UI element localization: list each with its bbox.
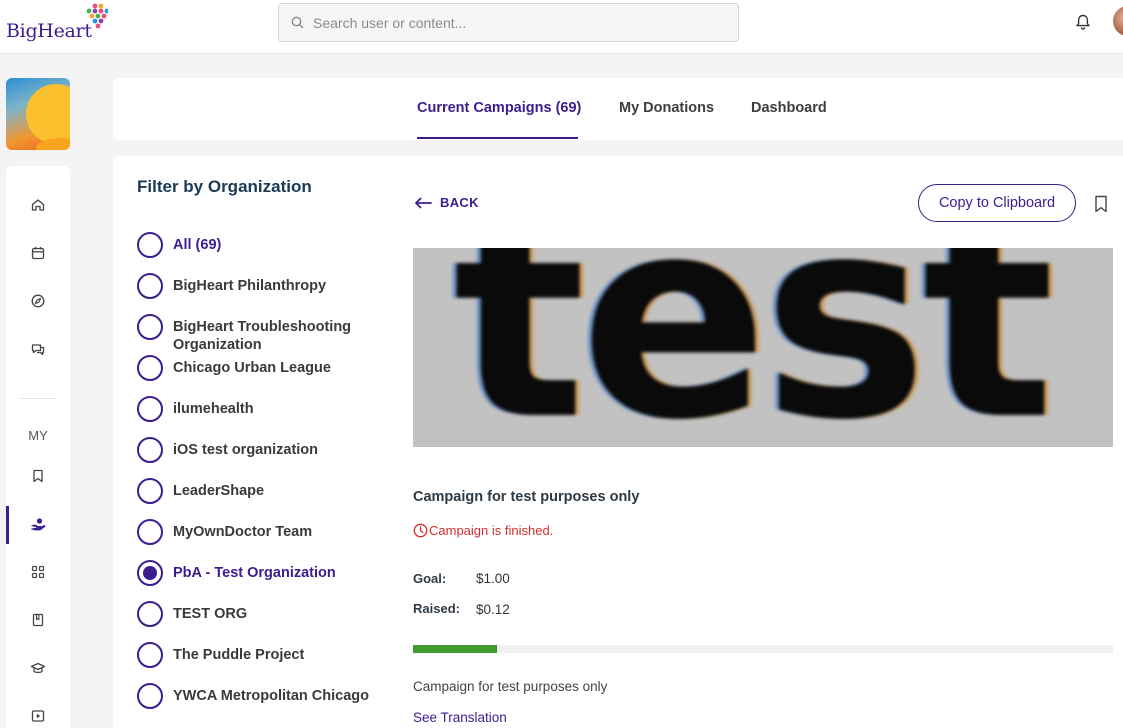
org-filter-label: iOS test organization [173,442,319,458]
goal-label: Goal: [413,571,447,586]
back-button[interactable]: BACK [414,195,479,210]
filter-title: Filter by Organization [137,177,312,196]
org-filter-label: TEST ORG [173,606,248,622]
compass-icon[interactable] [30,293,46,309]
nav-active-indicator [6,506,9,544]
org-filter-option[interactable]: All (69) [137,232,373,258]
campaign-tabs: Current Campaigns (69) My Donations Dash… [113,78,1123,140]
bigheart-logo[interactable]: BigHeart [6,2,116,46]
org-filter-option[interactable]: Chicago Urban League [137,355,373,381]
radio-button[interactable] [137,355,163,381]
book-icon[interactable] [30,612,46,628]
organization-avatar[interactable] [6,78,70,150]
org-filter-option[interactable]: BigHeart Troubleshooting Organization [137,314,373,354]
clock-icon [413,523,428,538]
org-filter-option[interactable]: MyOwnDoctor Team [137,519,373,545]
donate-hand-icon[interactable] [30,516,46,532]
radio-button[interactable] [137,437,163,463]
calendar-icon[interactable] [30,245,46,261]
goal-value: $1.00 [476,571,510,586]
search-box[interactable] [278,3,739,42]
org-filter-option[interactable]: The Puddle Project [137,642,373,668]
campaign-banner-image: test [413,248,1113,447]
org-filter-label: YWCA Metropolitan Chicago [173,688,370,704]
funding-progress-bar [413,645,1113,653]
campaign-title: Campaign for test purposes only [413,489,640,505]
search-input[interactable] [313,4,723,41]
radio-button[interactable] [137,478,163,504]
back-label: BACK [440,195,479,210]
org-filter-label: The Puddle Project [173,647,305,663]
radio-button[interactable] [137,273,163,299]
bookmark-icon[interactable] [1094,195,1108,213]
tab-my-donations[interactable]: My Donations [619,100,714,116]
org-filter-label: LeaderShape [173,483,265,499]
org-filter-label: ilumehealth [173,401,254,417]
nav-section-my: MY [28,428,48,443]
video-icon[interactable] [30,708,46,724]
active-tab-underline [417,137,578,139]
campaign-description: Campaign for test purposes only [413,679,608,694]
radio-button[interactable] [137,314,163,340]
raised-value: $0.12 [476,602,510,617]
chat-icon[interactable] [30,341,46,357]
org-filter-option[interactable]: ilumehealth [137,396,373,422]
org-filter-option[interactable]: iOS test organization [137,437,373,463]
logo-text: BigHeart [6,20,92,42]
nav-divider [20,398,56,399]
search-icon [291,16,304,29]
org-filter-option[interactable]: YWCA Metropolitan Chicago [137,683,373,709]
tab-current-campaigns[interactable]: Current Campaigns (69) [417,100,581,116]
org-filter-option[interactable]: LeaderShape [137,478,373,504]
campaign-status-text: Campaign is finished. [429,523,554,538]
org-filter-label: Chicago Urban League [173,360,331,376]
org-filter-option[interactable]: PbA - Test Organization [137,560,373,586]
sun-graphic [26,84,70,144]
apps-grid-icon[interactable] [30,564,46,580]
radio-button[interactable] [137,232,163,258]
tab-dashboard[interactable]: Dashboard [751,100,827,116]
radio-button[interactable] [137,642,163,668]
radio-button[interactable] [137,396,163,422]
bookmark-icon[interactable] [30,468,46,484]
graduation-cap-icon[interactable] [30,660,46,676]
org-filter-label: PbA - Test Organization [173,565,336,581]
org-filter-label: All (69) [173,237,222,253]
radio-button[interactable] [137,519,163,545]
arrow-left-icon [415,197,432,208]
copy-to-clipboard-button[interactable]: Copy to Clipboard [918,184,1076,222]
top-bar: BigHeart [0,0,1123,54]
notification-bell-icon[interactable] [1074,13,1092,31]
user-avatar[interactable] [1113,6,1123,36]
org-filter-option[interactable]: TEST ORG [137,601,373,627]
radio-button[interactable] [137,601,163,627]
campaign-status: Campaign is finished. [413,523,553,538]
banner-image-text: test [453,248,1055,447]
side-navigation: MY [6,166,70,728]
radio-button[interactable] [137,683,163,709]
see-translation-link[interactable]: See Translation [413,710,507,725]
org-filter-option[interactable]: BigHeart Philanthropy [137,273,373,299]
home-icon[interactable] [30,197,46,213]
funding-progress-fill [413,645,497,653]
org-filter-label: MyOwnDoctor Team [173,524,313,540]
content-card: Filter by Organization All (69) BigHeart… [113,156,1123,728]
radio-button-selected[interactable] [137,560,163,586]
org-filter-label: BigHeart Philanthropy [173,278,327,294]
org-filter-label: BigHeart Troubleshooting Organization [173,319,352,353]
raised-label: Raised: [413,601,460,616]
